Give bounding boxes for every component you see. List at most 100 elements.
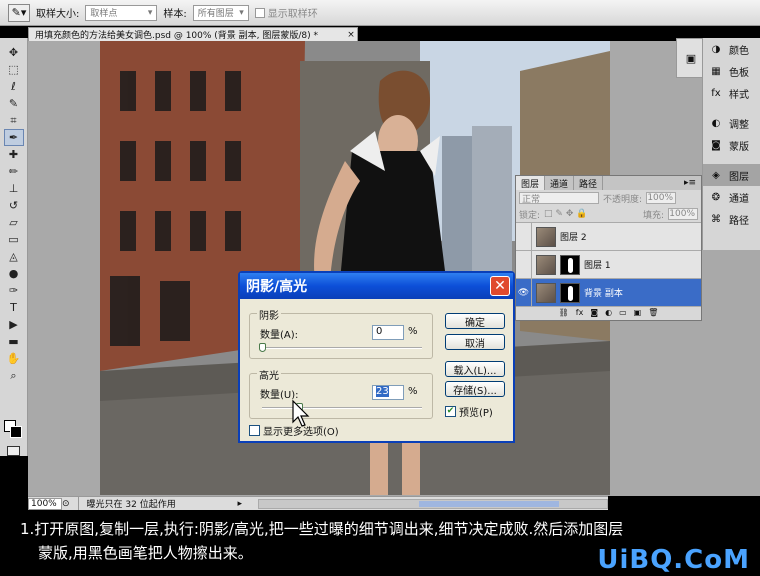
- eraser-tool-icon[interactable]: ▱: [4, 214, 24, 231]
- opacity-label: 不透明度:: [603, 194, 643, 205]
- dock-label: 通道: [729, 193, 749, 205]
- dock-item-masks[interactable]: ◙ 蒙版: [703, 134, 760, 156]
- crop-tool-icon[interactable]: ⌗: [4, 112, 24, 129]
- shadows-slider-track[interactable]: [262, 347, 422, 349]
- marquee-tool-icon[interactable]: ⬚: [4, 61, 24, 78]
- hand-tool-icon[interactable]: ✋: [4, 350, 24, 367]
- layer-mask-thumbnail[interactable]: [560, 282, 580, 303]
- sample-select[interactable]: 所有图层 ▾: [192, 4, 249, 21]
- tab-layers[interactable]: 图层: [516, 176, 546, 190]
- layer-row[interactable]: 图层 1: [516, 250, 701, 279]
- show-ring-label: 显示取样环: [267, 9, 318, 20]
- status-icon[interactable]: ⊙: [62, 499, 70, 509]
- fx-icon[interactable]: fx: [576, 308, 584, 317]
- add-mask-icon[interactable]: ◙: [590, 308, 598, 317]
- history-brush-icon[interactable]: ↺: [4, 197, 24, 214]
- percent-label: %: [408, 386, 418, 397]
- eye-icon[interactable]: 👁: [516, 278, 532, 307]
- close-icon[interactable]: ×: [345, 30, 357, 40]
- tab-paths[interactable]: 路径: [574, 176, 604, 190]
- ok-button[interactable]: 确定: [445, 313, 505, 329]
- eyedropper-tool-icon[interactable]: ✒: [3, 129, 24, 146]
- layer-thumbnail: [536, 282, 556, 303]
- dialog-titlebar[interactable]: 阴影/高光 ✕: [240, 273, 513, 299]
- healing-tool-icon[interactable]: ✚: [4, 146, 24, 163]
- shadows-slider-thumb[interactable]: [259, 343, 266, 352]
- horizontal-scrollbar[interactable]: [258, 498, 608, 509]
- fill-field[interactable]: 100%: [668, 208, 698, 220]
- shadows-amount-input[interactable]: 0: [372, 325, 404, 340]
- stamp-tool-icon[interactable]: ⊥: [4, 180, 24, 197]
- opacity-field[interactable]: 100%: [646, 192, 677, 204]
- sample-size-select[interactable]: 取样点 ▾: [85, 4, 158, 21]
- highlights-group-label: 高光: [257, 367, 281, 382]
- lock-icons[interactable]: □ ✎ ✥ 🔒: [544, 209, 587, 219]
- dock-label: 样式: [729, 89, 749, 101]
- layers-icon: ◈: [712, 169, 720, 181]
- document-title: 用填充颜色的方法给美女调色.psd @ 100% (背景 副本, 图层蒙版/8)…: [35, 31, 319, 41]
- move-tool-icon[interactable]: ✥: [4, 44, 24, 61]
- close-icon[interactable]: ✕: [490, 276, 510, 296]
- shadows-amount-label: 数量(A):: [260, 330, 299, 341]
- brush-tool-icon[interactable]: ✏: [4, 163, 24, 180]
- layer-row-active[interactable]: 👁 背景 副本: [516, 278, 701, 307]
- dock-item-channels[interactable]: ❂ 通道: [703, 186, 760, 208]
- background-color-swatch[interactable]: [10, 426, 22, 438]
- dock-label: 路径: [729, 215, 749, 227]
- highlights-slider-track[interactable]: [262, 407, 422, 409]
- type-tool-icon[interactable]: T: [4, 299, 24, 316]
- dock-item-paths[interactable]: ⌘ 路径: [703, 208, 760, 230]
- caption-line-1: 1.打开原图,复制一层,执行:阴影/高光,把一些过曝的细节调出来,细节决定成败.…: [20, 520, 624, 538]
- blend-mode-select[interactable]: 正常: [519, 192, 599, 205]
- status-arrow-icon[interactable]: ▸: [238, 499, 243, 509]
- zoom-field[interactable]: 100%: [28, 497, 62, 510]
- site-watermark: UiBQ.CoM: [597, 545, 750, 575]
- adjustment-layer-icon[interactable]: ◐: [605, 308, 612, 317]
- dock-item-swatches[interactable]: ▦ 色板: [703, 60, 760, 82]
- lock-label: 锁定:: [519, 210, 541, 221]
- highlights-amount-value: 23: [376, 386, 389, 397]
- eyedropper-icon[interactable]: ✎▾: [8, 3, 30, 22]
- cancel-button[interactable]: 取消: [445, 334, 505, 350]
- dock-separator: [703, 156, 760, 164]
- document-tab[interactable]: 用填充颜色的方法给美女调色.psd @ 100% (背景 副本, 图层蒙版/8)…: [28, 27, 358, 41]
- checkbox-box[interactable]: [254, 7, 265, 18]
- shadow-highlight-dialog: 阴影/高光 ✕ 阴影 数量(A): 0 % 高光 数量(U): 23 % 显示更…: [238, 271, 515, 443]
- quick-select-tool-icon[interactable]: ✎: [4, 95, 24, 112]
- shadows-group: 阴影 数量(A): 0 %: [249, 307, 433, 359]
- check-icon[interactable]: ✔: [445, 406, 456, 417]
- dock-item-adjustments[interactable]: ◐ 调整: [703, 112, 760, 134]
- panel-menu-icon[interactable]: ▸≡: [679, 176, 701, 190]
- path-select-tool-icon[interactable]: ▶: [4, 316, 24, 333]
- group-icon[interactable]: ▭: [619, 308, 627, 317]
- checkbox-box[interactable]: [249, 425, 260, 436]
- visibility-toggle[interactable]: [516, 222, 532, 251]
- quick-mask-icon[interactable]: [7, 446, 20, 456]
- visibility-toggle[interactable]: [516, 250, 532, 279]
- panel-dock: ◑ 颜色 ▦ 色板 fx 样式 ◐ 调整 ◙ 蒙版 ◈ 图层 ❂ 通道 ⌘ 路径: [702, 38, 760, 250]
- lasso-tool-icon[interactable]: ℓ: [4, 78, 24, 95]
- save-button[interactable]: 存储(S)...: [445, 381, 505, 397]
- new-layer-icon[interactable]: ▣: [634, 308, 642, 317]
- layer-row[interactable]: 图层 2: [516, 222, 701, 251]
- tab-channels[interactable]: 通道: [545, 176, 575, 190]
- chevron-down-icon: ▾: [239, 7, 244, 18]
- highlights-amount-input[interactable]: 23: [372, 385, 404, 400]
- pen-tool-icon[interactable]: ✑: [4, 282, 24, 299]
- blur-tool-icon[interactable]: ◬: [4, 248, 24, 265]
- dock-label: 图层: [729, 171, 749, 183]
- zoom-tool-icon[interactable]: ⌕: [4, 367, 24, 384]
- dock-item-styles[interactable]: fx 样式: [703, 82, 760, 104]
- chevron-down-icon: ▾: [147, 7, 153, 18]
- layer-mask-thumbnail[interactable]: [560, 254, 580, 275]
- dock-item-layers[interactable]: ◈ 图层: [703, 164, 760, 186]
- dodge-tool-icon[interactable]: ●: [4, 265, 24, 282]
- dock-item-color[interactable]: ◑ 颜色: [703, 38, 760, 60]
- load-button[interactable]: 载入(L)...: [445, 361, 505, 377]
- link-icon[interactable]: ⛓: [559, 308, 569, 317]
- show-ring-checkbox[interactable]: 显示取样环: [254, 5, 318, 20]
- preview-checkbox[interactable]: ✔ 预览(P): [445, 404, 493, 419]
- shape-tool-icon[interactable]: ▬: [4, 333, 24, 350]
- gradient-tool-icon[interactable]: ▭: [4, 231, 24, 248]
- trash-icon[interactable]: 🗑: [648, 308, 658, 317]
